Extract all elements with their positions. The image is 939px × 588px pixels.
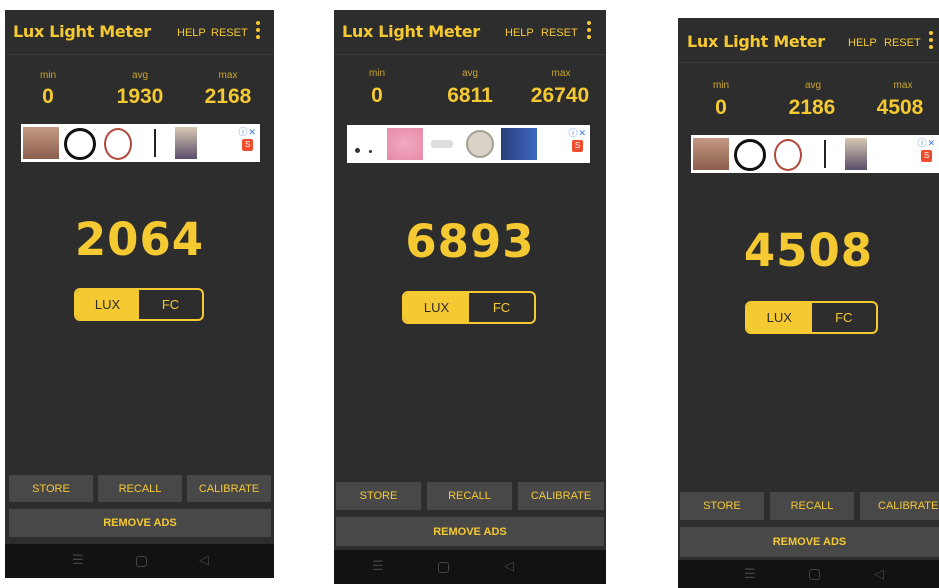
avg-value: 6811 [447,84,493,107]
lux-reading: 2064 [74,213,205,266]
lux-reading: 6893 [405,215,535,268]
app-bar: Lux Light Meter HELP RESET [678,18,939,63]
max-label: max [893,80,913,91]
ad-image[interactable] [387,128,423,160]
recall-button[interactable]: RECALL [98,475,182,502]
store-button[interactable]: STORE [336,482,421,510]
app-bar: Lux Light Meter HELP RESET [5,10,274,55]
ad-image[interactable] [693,138,729,170]
overflow-menu-icon[interactable] [587,21,591,39]
nav-home-icon[interactable] [438,562,449,573]
system-nav-bar: ☰ ◁ [5,544,274,578]
lux-option[interactable]: LUX [404,293,469,322]
nav-back-icon[interactable]: ◁ [199,552,209,568]
max-value: 2168 [204,85,252,108]
avg-value: 1930 [116,85,164,108]
nav-home-icon[interactable] [136,556,147,567]
overflow-menu-icon[interactable] [929,31,933,49]
ad-close-icon[interactable]: ⓘ✕ [568,126,587,139]
nav-recents-icon[interactable]: ☰ [744,566,756,582]
recall-button[interactable]: RECALL [427,482,512,510]
system-nav-bar: ☰ ◁ [678,560,939,588]
avg-value: 2186 [788,96,836,119]
avg-label: avg [131,70,149,81]
max-value: 26740 [530,84,590,107]
help-button[interactable]: HELP [177,27,206,39]
ad-image[interactable] [23,127,59,159]
ad-shop-icon[interactable]: S [242,139,253,151]
avg-label: avg [804,80,822,91]
unit-toggle[interactable]: LUX FC [402,291,536,324]
min-label: min [368,68,386,79]
fc-option[interactable]: FC [812,303,877,332]
help-button[interactable]: HELP [848,37,877,49]
remove-ads-button[interactable]: REMOVE ADS [336,517,604,546]
lux-reading: 4508 [743,224,874,277]
min-label: min [712,80,730,91]
ad-image[interactable] [349,128,385,160]
reset-button[interactable]: RESET [884,37,921,49]
min-label: min [39,70,57,81]
store-button[interactable]: STORE [9,475,93,502]
min-value: 0 [715,96,727,119]
store-button[interactable]: STORE [680,492,764,520]
remove-ads-button[interactable]: REMOVE ADS [680,527,939,557]
ad-image[interactable] [61,127,97,160]
phone-screen-1: Lux Light Meter HELP RESET min avg max 0… [5,10,274,578]
max-value: 4508 [876,96,924,119]
app-title: Lux Light Meter [342,22,480,41]
unit-toggle[interactable]: LUX FC [745,301,878,334]
recall-button[interactable]: RECALL [770,492,854,520]
ad-close-icon[interactable]: ⓘ✕ [238,125,257,138]
ad-image[interactable] [501,128,537,160]
max-label: max [218,70,238,81]
phone-screen-2: Lux Light Meter HELP RESET min avg max 0… [334,10,606,584]
ad-image[interactable] [137,127,173,159]
avg-label: avg [461,68,479,79]
ad-banner[interactable]: ⓘ✕ S [347,125,590,163]
ad-banner[interactable]: ⓘ✕ S [691,135,939,173]
ad-image[interactable] [99,127,135,160]
reset-button[interactable]: RESET [541,27,578,39]
reset-button[interactable]: RESET [211,27,248,39]
ad-image[interactable] [463,128,499,160]
app-title: Lux Light Meter [13,22,151,41]
min-value: 0 [371,84,383,107]
calibrate-button[interactable]: CALIBRATE [518,482,604,510]
help-button[interactable]: HELP [505,27,534,39]
min-value: 0 [42,85,54,108]
ad-image[interactable] [769,138,805,171]
fc-option[interactable]: FC [139,290,202,319]
lux-option[interactable]: LUX [76,290,139,319]
calibrate-button[interactable]: CALIBRATE [187,475,271,502]
system-nav-bar: ☰ ◁ [334,550,606,584]
max-label: max [551,68,571,79]
app-title: Lux Light Meter [687,32,825,51]
ad-banner[interactable]: ⓘ✕ S [21,124,260,162]
nav-home-icon[interactable] [809,569,820,580]
nav-recents-icon[interactable]: ☰ [72,552,84,568]
nav-recents-icon[interactable]: ☰ [372,558,384,574]
app-bar: Lux Light Meter HELP RESET [334,10,606,55]
phone-screen-3: Lux Light Meter HELP RESET min avg max 0… [678,18,939,588]
ad-image[interactable] [845,138,867,170]
calibrate-button[interactable]: CALIBRATE [860,492,939,520]
overflow-menu-icon[interactable] [256,21,260,39]
ad-shop-icon[interactable]: S [921,150,932,162]
lux-option[interactable]: LUX [747,303,812,332]
ad-image[interactable] [175,127,197,159]
ad-shop-icon[interactable]: S [572,140,583,152]
fc-option[interactable]: FC [469,293,534,322]
ad-close-icon[interactable]: ⓘ✕ [917,136,936,149]
ad-image[interactable] [425,128,461,160]
nav-back-icon[interactable]: ◁ [504,558,514,574]
ad-image[interactable] [731,138,767,171]
remove-ads-button[interactable]: REMOVE ADS [9,509,271,537]
unit-toggle[interactable]: LUX FC [74,288,204,321]
ad-image[interactable] [807,138,843,170]
nav-back-icon[interactable]: ◁ [874,566,884,582]
